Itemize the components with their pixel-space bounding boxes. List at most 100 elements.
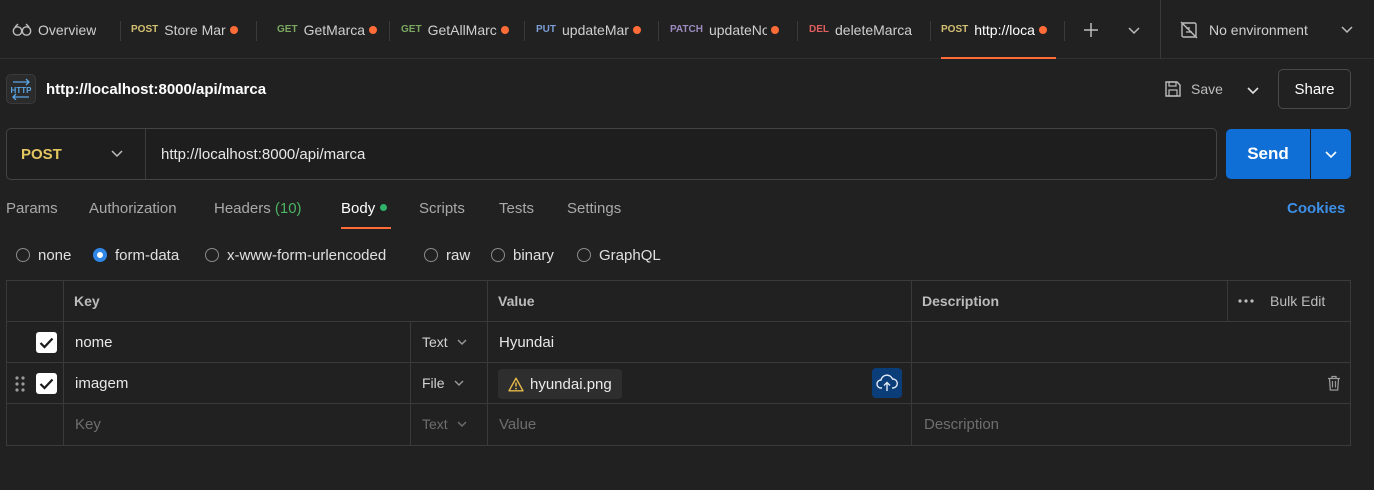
no-environment-icon	[1180, 21, 1198, 38]
row-checkbox[interactable]	[36, 332, 57, 353]
radio-label: raw	[446, 246, 471, 264]
active-tab-indicator	[941, 57, 1056, 59]
description-placeholder[interactable]: Description	[924, 416, 999, 433]
tab-body[interactable]: Body	[341, 200, 388, 220]
tab-method: GET	[277, 24, 298, 35]
radio-circle-selected	[93, 248, 107, 262]
tab-divider	[658, 21, 659, 41]
tab-body-label: Body	[341, 200, 376, 217]
radio-none[interactable]: none	[16, 245, 71, 265]
tab-divider	[797, 21, 798, 41]
save-icon	[1165, 81, 1181, 97]
url-bar: POST	[6, 128, 1217, 180]
tab-active-request[interactable]: POST http://loca	[931, 0, 1056, 59]
radio-label: binary	[513, 246, 554, 264]
environment-selector[interactable]: No environment	[1160, 0, 1370, 59]
checkmark-icon	[39, 378, 54, 390]
table-header-row: Key Value Description Bulk Edit	[7, 281, 1350, 322]
checkmark-icon	[39, 337, 54, 349]
tab-list-button[interactable]	[1122, 18, 1146, 42]
type-label: Text	[422, 334, 448, 350]
tab-method: POST	[131, 24, 159, 35]
tab-method: POST	[941, 24, 969, 35]
tab-label: GetAllMarc	[427, 21, 497, 38]
unsaved-dot	[632, 25, 641, 34]
drag-handle-icon[interactable]	[15, 376, 25, 392]
save-button[interactable]: Save	[1163, 74, 1223, 104]
radio-raw[interactable]: raw	[424, 245, 470, 265]
tab-method: GET	[401, 24, 422, 35]
tab-getmarca[interactable]: GET GetMarca	[267, 0, 390, 59]
tab-label: GetMarca	[303, 21, 366, 38]
value-cell[interactable]: Hyundai	[499, 334, 554, 351]
headers-count: (10)	[274, 200, 302, 217]
plus-icon	[1084, 23, 1098, 37]
radio-label: form-data	[115, 246, 180, 264]
send-button[interactable]: Send	[1226, 129, 1310, 179]
tab-scripts[interactable]: Scripts	[419, 200, 465, 220]
cloud-upload-icon	[876, 374, 898, 391]
column-header-description: Description	[922, 293, 1000, 309]
radio-circle	[16, 248, 30, 262]
radio-label: x-www-form-urlencoded	[227, 246, 387, 264]
trash-icon[interactable]	[1327, 375, 1341, 391]
tab-label: updateNo	[708, 21, 767, 38]
more-options-icon	[1238, 299, 1254, 303]
tab-settings[interactable]: Settings	[567, 200, 621, 220]
method-selector[interactable]: POST	[7, 129, 146, 179]
chevron-down-icon	[457, 421, 467, 427]
request-title[interactable]: http://localhost:8000/api/marca	[46, 81, 266, 98]
type-selector[interactable]: File	[422, 375, 465, 391]
tab-tests[interactable]: Tests	[499, 200, 534, 220]
new-row: Key Text Value Description	[7, 404, 1350, 445]
send-options-button[interactable]	[1311, 129, 1351, 179]
radio-form-data[interactable]: form-data	[93, 245, 179, 265]
tab-headers-label: Headers	[214, 200, 271, 217]
tab-divider	[1064, 21, 1065, 41]
tab-getallmarca[interactable]: GET GetAllMarc	[391, 0, 524, 59]
tab-bar: Overview POST Store Mar GET GetMarca GET…	[0, 0, 1374, 59]
chevron-down-icon	[1341, 26, 1353, 34]
type-selector[interactable]: Text	[422, 416, 468, 432]
chevron-down-icon	[111, 150, 123, 158]
tab-updatemarca[interactable]: PUT updateMar	[526, 0, 659, 59]
file-chip[interactable]: hyundai.png	[498, 369, 622, 399]
tab-headers[interactable]: Headers (10)	[214, 200, 302, 220]
tab-store-marca[interactable]: POST Store Mar	[121, 0, 254, 59]
type-label: File	[422, 375, 445, 391]
tab-overview[interactable]: Overview	[2, 0, 117, 59]
tab-params[interactable]: Params	[6, 200, 58, 220]
tab-deletemarca[interactable]: DEL deleteMarca	[799, 0, 929, 59]
type-selector[interactable]: Text	[422, 334, 468, 350]
type-label: Text	[422, 416, 448, 432]
tab-label: Store Mar	[164, 21, 226, 38]
key-cell[interactable]: imagem	[75, 375, 128, 392]
tab-updatenome[interactable]: PATCH updateNo	[660, 0, 797, 59]
tab-authorization[interactable]: Authorization	[89, 200, 177, 220]
method-label: POST	[21, 145, 62, 163]
save-options-button[interactable]	[1243, 80, 1263, 100]
tab-divider	[256, 21, 257, 41]
save-label: Save	[1191, 81, 1223, 97]
form-data-table: Key Value Description Bulk Edit nome Tex…	[6, 280, 1351, 446]
tab-method: PATCH	[670, 24, 703, 35]
body-indicator-dot	[380, 204, 388, 211]
radio-graphql[interactable]: GraphQL	[577, 245, 661, 265]
share-button[interactable]: Share	[1278, 69, 1351, 109]
radio-binary[interactable]: binary	[491, 245, 554, 265]
tab-divider	[524, 21, 525, 41]
environment-label: No environment	[1209, 21, 1308, 38]
table-row: imagem File hyundai.png	[7, 363, 1350, 404]
url-input[interactable]	[161, 143, 1201, 165]
radio-urlencoded[interactable]: x-www-form-urlencoded	[205, 245, 386, 265]
key-placeholder[interactable]: Key	[75, 416, 101, 433]
bulk-edit-button[interactable]: Bulk Edit	[1238, 293, 1325, 309]
tab-label: http://loca	[974, 21, 1035, 38]
http-icon: HTTP	[6, 74, 36, 104]
key-cell[interactable]: nome	[75, 334, 113, 351]
value-placeholder[interactable]: Value	[499, 416, 536, 433]
new-tab-button[interactable]	[1079, 18, 1103, 42]
cookies-link[interactable]: Cookies	[1287, 200, 1345, 217]
row-checkbox[interactable]	[36, 373, 57, 394]
upload-file-button[interactable]	[872, 368, 902, 398]
